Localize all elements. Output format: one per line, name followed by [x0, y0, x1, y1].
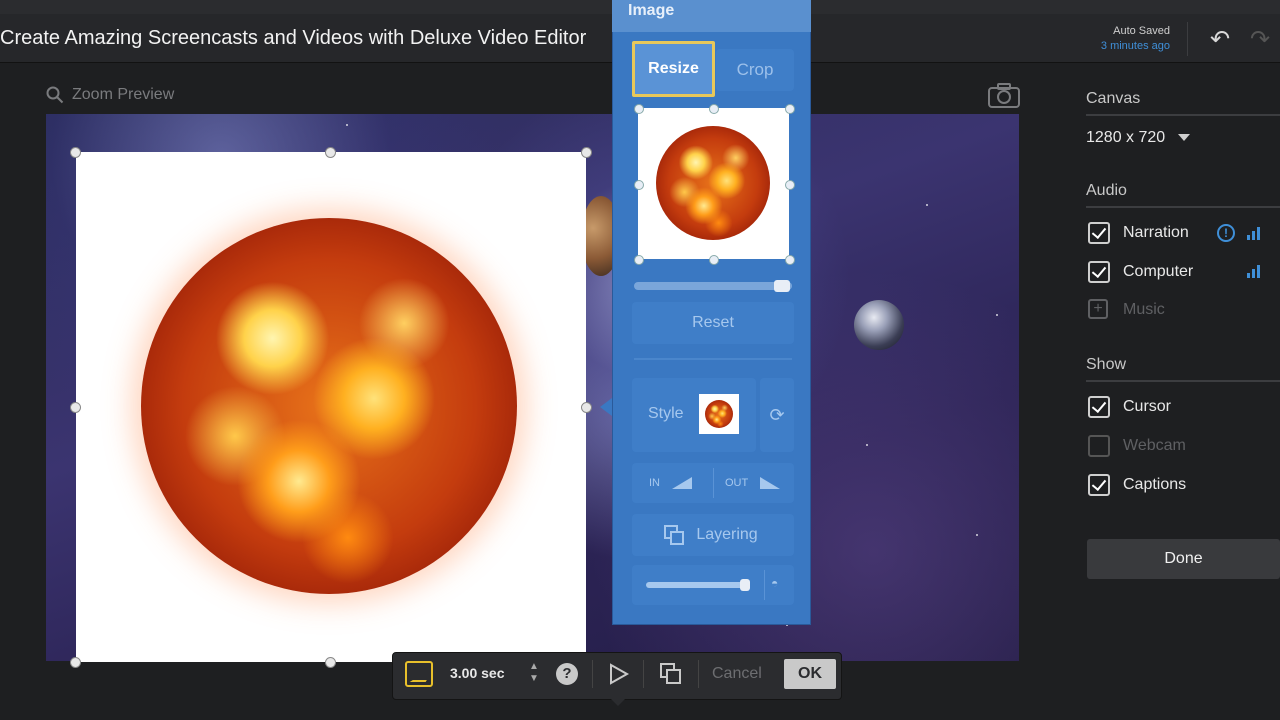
show-section-title: Show — [1086, 356, 1127, 373]
planet-small — [854, 300, 904, 350]
cursor-checkbox[interactable] — [1088, 396, 1110, 418]
reset-button[interactable]: Reset — [632, 302, 794, 344]
style-preview-image — [705, 400, 733, 428]
audio-section-title: Audio — [1086, 182, 1127, 199]
section-divider — [1086, 206, 1280, 208]
size-slider-knob[interactable] — [774, 280, 790, 292]
image-panel-title: Image — [628, 2, 675, 19]
resize-handle[interactable] — [325, 657, 336, 668]
in-transition-label[interactable]: IN — [649, 477, 660, 489]
toolbar-divider — [592, 660, 593, 688]
thumbnail-handle[interactable] — [785, 255, 795, 265]
header-divider — [1187, 22, 1188, 56]
help-icon[interactable]: ? — [556, 663, 578, 685]
opacity-slider[interactable] — [646, 582, 750, 588]
resize-handle[interactable] — [581, 147, 592, 158]
opacity-divider — [764, 570, 765, 600]
thumbnail-handle[interactable] — [709, 255, 719, 265]
volume-icon[interactable] — [1247, 226, 1263, 240]
tab-resize[interactable]: Resize — [632, 41, 715, 97]
section-divider — [1086, 380, 1280, 382]
webcam-checkbox[interactable] — [1088, 435, 1110, 457]
toolbar-divider — [643, 660, 644, 688]
zoom-preview-button[interactable]: Zoom Preview — [46, 84, 174, 106]
panel-divider — [634, 358, 792, 360]
done-button[interactable]: Done — [1087, 539, 1280, 579]
music-label[interactable]: Music — [1123, 301, 1165, 319]
computer-audio-label: Computer — [1123, 263, 1194, 280]
duration-value[interactable]: 3.00 sec — [450, 665, 505, 681]
panel-pointer — [600, 398, 612, 416]
autosave-time: 3 minutes ago — [1100, 40, 1170, 52]
thumbnail-handle[interactable] — [785, 104, 795, 114]
resize-handle[interactable] — [581, 402, 592, 413]
section-divider — [1086, 114, 1280, 116]
ok-button[interactable]: OK — [784, 659, 836, 689]
style-label: Style — [648, 405, 684, 422]
thumbnail-handle[interactable] — [785, 180, 795, 190]
undo-icon[interactable]: ↶ — [1205, 26, 1235, 54]
redo-icon[interactable]: ↷ — [1245, 26, 1275, 54]
refresh-icon[interactable]: ⟳ — [760, 378, 794, 452]
zoom-preview-label: Zoom Preview — [72, 86, 175, 103]
thumbnail-handle[interactable] — [634, 180, 644, 190]
computer-audio-checkbox[interactable] — [1088, 261, 1110, 283]
fade-out-icon[interactable] — [760, 477, 780, 489]
play-icon[interactable] — [606, 662, 630, 686]
resize-handle[interactable] — [325, 147, 336, 158]
thumbnail-handle[interactable] — [634, 255, 644, 265]
layering-button[interactable]: Layering — [632, 514, 794, 556]
sun-image — [141, 218, 517, 594]
toolbar-pointer — [610, 698, 626, 706]
resize-handle[interactable] — [70, 147, 81, 158]
toolbar-divider — [698, 660, 699, 688]
webcam-label: Webcam — [1123, 437, 1186, 454]
cancel-button[interactable]: Cancel — [712, 665, 762, 683]
tab-crop[interactable]: Crop — [716, 49, 794, 91]
thumbnail-handle[interactable] — [709, 104, 719, 114]
visibility-icon[interactable]: ◓ — [771, 577, 787, 589]
chevron-down-icon[interactable] — [1178, 134, 1190, 141]
camera-icon[interactable] — [988, 82, 1020, 108]
resize-handle[interactable] — [70, 657, 81, 668]
search-icon — [46, 86, 64, 104]
thumbnail-sun-image — [656, 126, 770, 240]
canvas-section-title: Canvas — [1086, 90, 1141, 107]
captions-checkbox[interactable] — [1088, 474, 1110, 496]
narration-label: Narration — [1123, 224, 1189, 241]
project-title[interactable]: Create Amazing Screencasts and Videos wi… — [0, 27, 586, 50]
add-music-icon[interactable]: + — [1088, 299, 1108, 319]
fade-in-icon[interactable] — [672, 477, 692, 489]
transition-divider — [713, 468, 714, 498]
duplicate-icon[interactable] — [659, 662, 683, 686]
image-icon[interactable] — [405, 661, 433, 687]
autosave-label: Auto Saved — [1113, 25, 1170, 37]
thumbnail-handle[interactable] — [634, 104, 644, 114]
layering-icon-front — [670, 531, 684, 545]
size-slider[interactable] — [634, 282, 792, 290]
autosave-status: Auto Saved 3 minutes ago — [1080, 24, 1170, 54]
opacity-slider-knob[interactable] — [740, 579, 750, 591]
volume-icon[interactable] — [1247, 264, 1263, 278]
duration-stepper[interactable]: ▲ ▼ — [527, 661, 541, 687]
captions-label: Captions — [1123, 476, 1187, 493]
out-transition-label[interactable]: OUT — [725, 477, 748, 489]
cursor-label: Cursor — [1123, 398, 1172, 415]
narration-checkbox[interactable] — [1088, 222, 1110, 244]
resize-handle[interactable] — [70, 402, 81, 413]
info-icon[interactable]: ! — [1217, 224, 1235, 242]
canvas-size-select[interactable]: 1280 x 720 — [1086, 129, 1165, 147]
